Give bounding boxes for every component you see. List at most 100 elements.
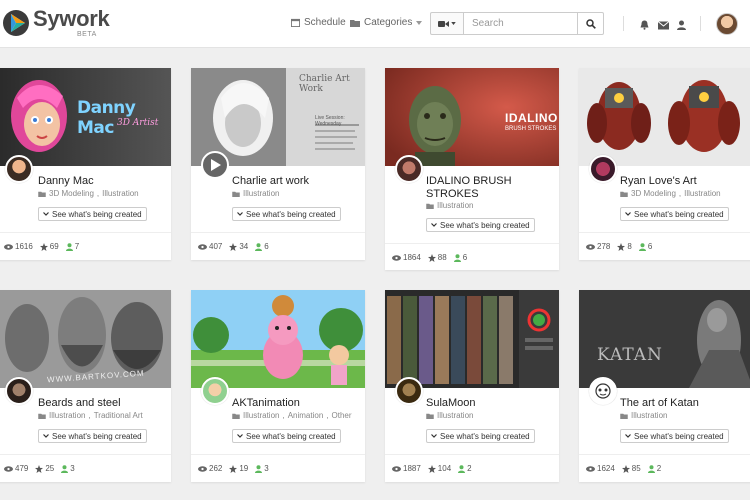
chevron-down-icon (431, 223, 437, 227)
category-link[interactable]: Traditional Art (94, 411, 143, 420)
user-icon[interactable] (677, 17, 686, 35)
channel-title[interactable]: Charlie art work (232, 175, 358, 188)
folder-icon (38, 413, 46, 419)
caret-down-icon (451, 22, 456, 25)
content-type-select[interactable] (430, 12, 464, 35)
channel-thumbnail[interactable] (385, 290, 559, 388)
channel-title[interactable]: Danny Mac (38, 175, 164, 188)
category-link[interactable]: Illustration (102, 189, 138, 198)
follower-icon (255, 242, 263, 251)
channel-thumbnail[interactable]: IDALINO BRUSH STROKES (385, 68, 559, 166)
see-button-label: See what's being created (52, 209, 142, 219)
see-whats-being-created-button[interactable]: See what's being created (232, 429, 341, 443)
folder-icon (426, 203, 434, 209)
channel-title[interactable]: Ryan Love's Art (620, 175, 746, 188)
card-divider (579, 232, 750, 233)
channel-card[interactable]: Charlie Art Work Live Session: Wednesday… (191, 68, 365, 260)
stars-count: 69 (49, 242, 59, 251)
channel-card[interactable]: KATAN The art of Katan Illustration See … (579, 290, 750, 482)
search-button[interactable] (578, 12, 604, 35)
channel-thumbnail[interactable]: KATAN (579, 290, 750, 388)
envelope-icon[interactable] (657, 17, 670, 35)
follower-icon (255, 464, 263, 473)
channel-title[interactable]: IDALINO BRUSH STROKES (426, 175, 552, 201)
channel-avatar[interactable] (5, 155, 33, 183)
channel-stats: 262 19 3 (198, 464, 269, 473)
follower-icon (638, 242, 646, 251)
nav-categories-dropdown[interactable]: Categories (350, 17, 423, 28)
category-link[interactable]: Other (332, 411, 352, 420)
see-whats-being-created-button[interactable]: See what's being created (232, 207, 341, 221)
channel-title[interactable]: AKTanimation (232, 397, 358, 410)
channel-avatar[interactable] (589, 377, 617, 405)
channel-stats: 1624 85 2 (586, 464, 661, 473)
card-divider (385, 243, 559, 244)
category-link[interactable]: Illustration (631, 411, 667, 420)
channel-thumbnail[interactable] (191, 290, 365, 388)
followers-count: 6 (264, 242, 269, 251)
category-link[interactable]: Animation (288, 411, 324, 420)
follower-icon (458, 464, 466, 473)
views-count: 262 (209, 464, 223, 473)
see-whats-being-created-button[interactable]: See what's being created (38, 429, 147, 443)
channel-title[interactable]: The art of Katan (620, 397, 746, 410)
category-link[interactable]: 3D Modeling (49, 189, 94, 198)
channel-card[interactable]: Ryan Love's Art 3D Modeling, Illustratio… (579, 68, 750, 260)
channel-title[interactable]: Beards and steel (38, 397, 164, 410)
see-whats-being-created-button[interactable]: See what's being created (426, 218, 535, 232)
stars-count: 88 (437, 253, 447, 262)
channel-avatar[interactable] (201, 377, 229, 405)
channel-thumbnail[interactable]: WWW.BARTKOV.COM (0, 290, 171, 388)
user-avatar[interactable] (716, 13, 738, 35)
see-whats-being-created-button[interactable]: See what's being created (620, 207, 729, 221)
views-count: 1887 (403, 464, 421, 473)
channel-categories: 3D Modeling, Illustration (620, 189, 721, 198)
nav-schedule-label: Schedule (304, 17, 346, 28)
play-icon (211, 159, 221, 171)
channel-title[interactable]: SulaMoon (426, 397, 552, 410)
channel-avatar[interactable] (589, 155, 617, 183)
channel-stats: 407 34 6 (198, 242, 269, 251)
channel-avatar[interactable] (395, 377, 423, 405)
see-whats-being-created-button[interactable]: See what's being created (426, 429, 535, 443)
see-button-label: See what's being created (246, 431, 336, 441)
card-divider (579, 454, 750, 455)
eye-icon (4, 243, 13, 250)
channel-thumbnail[interactable] (579, 68, 750, 166)
category-link[interactable]: 3D Modeling (631, 189, 676, 198)
see-whats-being-created-button[interactable]: See what's being created (620, 429, 729, 443)
views-count: 407 (209, 242, 223, 251)
thumb-brand-subtext: BRUSH STROKES (505, 126, 557, 132)
search-input[interactable] (464, 12, 578, 35)
channel-thumbnail[interactable]: Danny Mac 3D Artist (0, 68, 171, 166)
channel-card[interactable]: Danny Mac 3D Artist Danny Mac 3D Modelin… (0, 68, 171, 260)
category-link[interactable]: Illustration (684, 189, 720, 198)
channel-card[interactable]: SulaMoon Illustration See what's being c… (385, 290, 559, 482)
header-divider (623, 16, 624, 31)
chevron-down-icon (625, 212, 631, 216)
star-icon (427, 253, 436, 262)
category-link[interactable]: Illustration (49, 411, 85, 420)
channel-categories: Illustration (426, 411, 473, 420)
category-link[interactable]: Illustration (437, 411, 473, 420)
channel-avatar[interactable] (395, 155, 423, 183)
eye-icon (198, 243, 207, 250)
category-link[interactable]: Illustration (243, 411, 279, 420)
channel-card[interactable]: WWW.BARTKOV.COM Beards and steel Illustr… (0, 290, 171, 482)
channel-avatar[interactable] (5, 377, 33, 405)
see-button-label: See what's being created (634, 431, 724, 441)
see-whats-being-created-button[interactable]: See what's being created (38, 207, 147, 221)
folder-icon (232, 191, 240, 197)
see-button-label: See what's being created (52, 431, 142, 441)
bell-icon[interactable] (640, 17, 649, 35)
channel-card[interactable]: IDALINO BRUSH STROKES IDALINO BRUSH STRO… (385, 68, 559, 270)
views-count: 1616 (15, 242, 33, 251)
folder-icon (620, 191, 628, 197)
category-link[interactable]: Illustration (437, 201, 473, 210)
live-play-button[interactable] (201, 151, 229, 179)
see-button-label: See what's being created (634, 209, 724, 219)
star-icon (427, 464, 436, 473)
nav-schedule[interactable]: Schedule (291, 17, 346, 28)
category-link[interactable]: Illustration (243, 189, 279, 198)
channel-card[interactable]: AKTanimation Illustration, Animation, Ot… (191, 290, 365, 482)
